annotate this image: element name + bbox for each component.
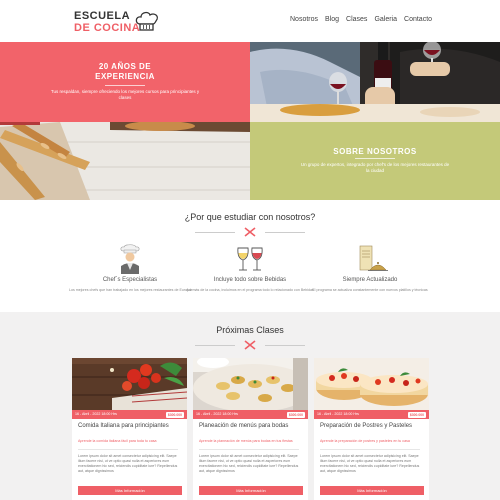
site-header: ESCUELA DE COCINA Nosotros Blog Clases G… (0, 0, 500, 42)
feature-updated-text: El programa se actualiza constantemente … (312, 288, 428, 292)
class-card-subtitle: Aprende la preparación de postres y past… (320, 439, 410, 443)
class-card-meta-bar: 16 - Abril - 2022 18:00 Hrs $300.000 (314, 410, 429, 419)
feature-updated-title: Siempre Actualizado (342, 277, 398, 283)
tomatoes-photo (72, 358, 187, 410)
logo-line-2: DE COCINA (74, 22, 141, 34)
class-card-desserts: 16 - Abril - 2022 18:00 Hrs $300.000 Pre… (314, 358, 429, 500)
chef-icon (120, 244, 140, 274)
class-card-subtitle: Aprende la comida italiana fácil para to… (78, 439, 157, 443)
class-card-price: $300.000 (286, 411, 305, 418)
nav-nosotros[interactable]: Nosotros (290, 16, 318, 23)
upcoming-divider (195, 340, 305, 350)
nav-blog[interactable]: Blog (325, 16, 339, 23)
feature-chefs-text: Los mejores chefs que han trabajado en l… (68, 288, 192, 292)
class-card-divider (78, 449, 178, 450)
class-card-date: 16 - Abril - 2022 18:00 Hrs (317, 412, 359, 416)
class-card-image (72, 358, 187, 410)
cakes-photo (314, 358, 429, 410)
logo-line-1: ESCUELA (74, 10, 131, 22)
class-card-weddings: 16 - Abril - 2022 18:00 Hrs $300.000 Pla… (193, 358, 308, 500)
class-card-image (193, 358, 308, 410)
class-card-title: Planeación de menús para bodas (199, 423, 289, 429)
class-card-divider (199, 449, 299, 450)
class-card-date: 16 - Abril - 2022 18:00 Hrs (196, 412, 238, 416)
about-tile: SOBRE NOSOTROS Un grupo de expertos, int… (250, 122, 500, 200)
class-card-italian: 16 - Abril - 2022 18:00 Hrs $300.000 Com… (72, 358, 187, 500)
about-divider (355, 158, 395, 159)
class-card-subtitle: Aprende la planeación de menús para boda… (199, 439, 293, 443)
nav-contacto[interactable]: Contacto (404, 16, 432, 23)
class-card-divider (320, 449, 420, 450)
feature-drinks-title: Incluye todo sobre Bebidas (213, 277, 287, 283)
utensils-icon (244, 227, 256, 237)
more-info-button[interactable]: Más Información (199, 486, 303, 495)
class-card-image (314, 358, 429, 410)
class-card-meta-bar: 16 - Abril - 2022 18:00 Hrs $300.000 (72, 410, 187, 419)
class-card-title: Preparación de Postres y Pasteles (320, 423, 413, 429)
bread-photo-image (0, 122, 250, 200)
experience-text: Tus respaldan, siempre ofreciendo los me… (50, 89, 200, 100)
experience-title-line-2: EXPERIENCIA (95, 72, 155, 81)
wine-photo (250, 42, 500, 122)
class-card-date: 16 - Abril - 2022 18:00 Hrs (75, 412, 117, 416)
nav-galeria[interactable]: Galeria (374, 16, 397, 23)
class-card-meta-bar: 16 - Abril - 2022 18:00 Hrs $300.000 (193, 410, 308, 419)
chef-hat-icon (135, 11, 158, 31)
canapes-photo (193, 358, 308, 410)
recipe-book-icon (359, 245, 388, 271)
more-info-button[interactable]: Más Información (78, 486, 182, 495)
why-divider (195, 227, 305, 237)
class-card-body: Lorem ipsum dolor sit amet consectetur a… (320, 454, 420, 473)
feature-drinks-text: Además de la cocina, incluimos en el pro… (186, 288, 314, 292)
wine-glasses-icon (237, 247, 263, 271)
experience-tile: 20 AÑOS DE EXPERIENCIA Tus respaldan, si… (0, 42, 250, 122)
class-card-price: $300.000 (407, 411, 426, 418)
main-nav: Nosotros Blog Clases Galeria Contacto (290, 16, 432, 23)
class-card-body: Lorem ipsum dolor sit amet consectetur a… (199, 454, 299, 473)
experience-divider (105, 85, 145, 86)
feature-chefs-title: Chef´s Especialistas (102, 277, 158, 283)
about-title: SOBRE NOSOTROS (333, 147, 417, 156)
class-card-body: Lorem ipsum dolor sit amet consectetur a… (78, 454, 178, 473)
why-title: ¿Por que estudiar con nosotros? (184, 212, 316, 222)
bread-photo (0, 122, 250, 200)
upcoming-title: Próximas Clases (216, 325, 284, 335)
nav-clases[interactable]: Clases (346, 16, 367, 23)
logo[interactable]: ESCUELA DE COCINA (74, 10, 164, 34)
wine-photo-image (250, 42, 500, 122)
experience-title-line-1: 20 AÑOS DE (98, 62, 152, 71)
more-info-button[interactable]: Más Información (320, 486, 424, 495)
class-card-title: Comida Italiana para principiantes (78, 423, 169, 429)
utensils-icon (244, 340, 256, 350)
class-card-price: $300.000 (165, 411, 184, 418)
about-text: Un grupo de expertos, integrado por chef… (300, 162, 450, 173)
